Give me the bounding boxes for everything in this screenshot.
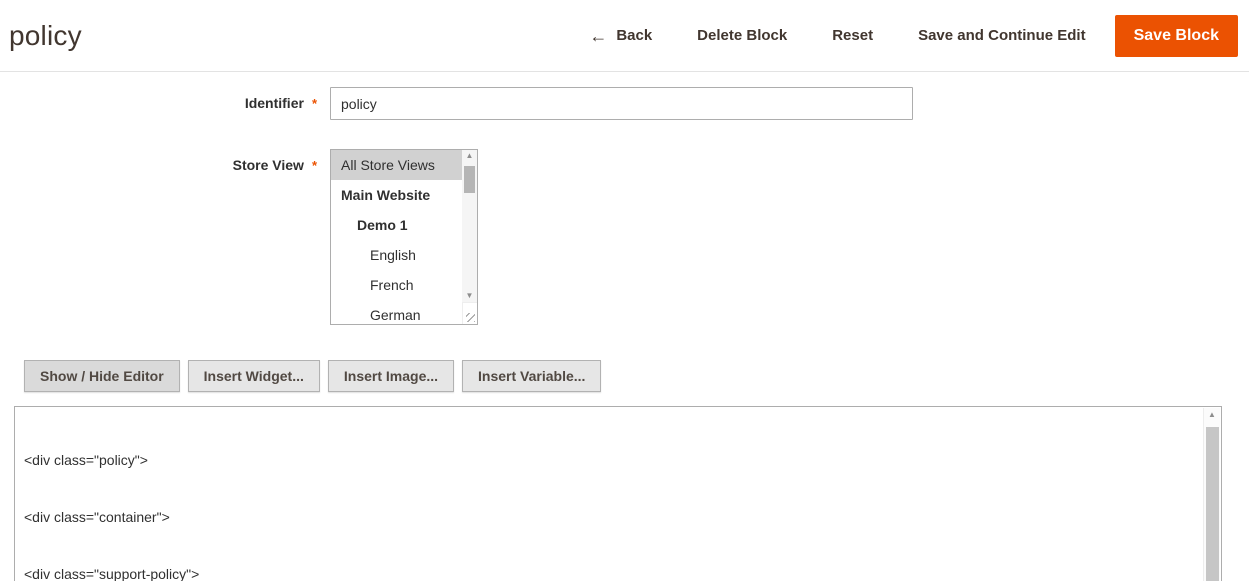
select-resize-grip-icon[interactable] bbox=[462, 302, 477, 324]
scroll-down-icon[interactable]: ▼ bbox=[462, 290, 477, 302]
delete-block-label: Delete Block bbox=[697, 27, 787, 44]
store-view-option-english[interactable]: English bbox=[331, 240, 462, 270]
identifier-label-wrap: Identifier * bbox=[0, 87, 330, 111]
store-view-option-main-website[interactable]: Main Website bbox=[331, 180, 462, 210]
show-hide-editor-button[interactable]: Show / Hide Editor bbox=[24, 360, 180, 392]
back-arrow-icon: ← bbox=[589, 27, 607, 45]
code-line: <div class="container"> bbox=[24, 508, 1193, 527]
store-view-label-wrap: Store View * bbox=[0, 149, 330, 173]
store-view-option-french[interactable]: French bbox=[331, 270, 462, 300]
store-view-scrollbar[interactable]: ▲ ▼ bbox=[462, 150, 477, 302]
code-line: <div class="support-policy"> bbox=[24, 565, 1193, 581]
identifier-required-asterisk: * bbox=[312, 96, 317, 111]
store-view-label: Store View bbox=[233, 157, 304, 173]
store-view-scrollbar-thumb[interactable] bbox=[464, 166, 475, 193]
store-view-required-asterisk: * bbox=[312, 158, 317, 173]
insert-variable-button[interactable]: Insert Variable... bbox=[462, 360, 601, 392]
code-lines: <div class="policy"> <div class="contain… bbox=[15, 407, 1221, 581]
scroll-up-icon[interactable]: ▲ bbox=[462, 150, 477, 162]
store-view-select[interactable]: All Store Views Main Website Demo 1 Engl… bbox=[330, 149, 478, 325]
identifier-input[interactable] bbox=[330, 87, 913, 120]
identifier-label: Identifier bbox=[245, 95, 304, 111]
store-view-field-row: Store View * All Store Views Main Websit… bbox=[0, 149, 1249, 325]
reset-label: Reset bbox=[832, 27, 873, 44]
page-title: policy bbox=[9, 20, 82, 52]
block-edit-form: Identifier * Store View * All Store View… bbox=[0, 72, 1249, 325]
editor-scrollbar[interactable]: ▲ bbox=[1203, 408, 1220, 581]
store-view-option-all-store-views[interactable]: All Store Views bbox=[331, 150, 462, 180]
store-view-option-german[interactable]: German bbox=[331, 300, 462, 325]
code-line: <div class="policy"> bbox=[24, 451, 1193, 470]
save-and-continue-label: Save and Continue Edit bbox=[918, 27, 1086, 44]
page-header: policy ← Back Delete Block Reset Save an… bbox=[0, 0, 1249, 72]
back-button-label: Back bbox=[616, 27, 652, 44]
html-content-editor[interactable]: <div class="policy"> <div class="contain… bbox=[14, 406, 1222, 581]
insert-widget-button[interactable]: Insert Widget... bbox=[188, 360, 320, 392]
store-view-options-list: All Store Views Main Website Demo 1 Engl… bbox=[331, 150, 462, 325]
editor-scroll-up-icon[interactable]: ▲ bbox=[1204, 408, 1220, 422]
save-and-continue-button[interactable]: Save and Continue Edit bbox=[918, 27, 1086, 44]
editor-toolbar: Show / Hide Editor Insert Widget... Inse… bbox=[24, 360, 1249, 392]
delete-block-button[interactable]: Delete Block bbox=[697, 27, 787, 44]
header-actions: ← Back Delete Block Reset Save and Conti… bbox=[589, 15, 1238, 57]
reset-button[interactable]: Reset bbox=[832, 27, 873, 44]
editor-scrollbar-thumb[interactable] bbox=[1206, 427, 1219, 581]
save-block-button[interactable]: Save Block bbox=[1115, 15, 1238, 57]
insert-image-button[interactable]: Insert Image... bbox=[328, 360, 454, 392]
identifier-field-row: Identifier * bbox=[0, 87, 1249, 120]
back-button[interactable]: ← Back bbox=[589, 27, 652, 45]
store-view-option-demo-1[interactable]: Demo 1 bbox=[331, 210, 462, 240]
